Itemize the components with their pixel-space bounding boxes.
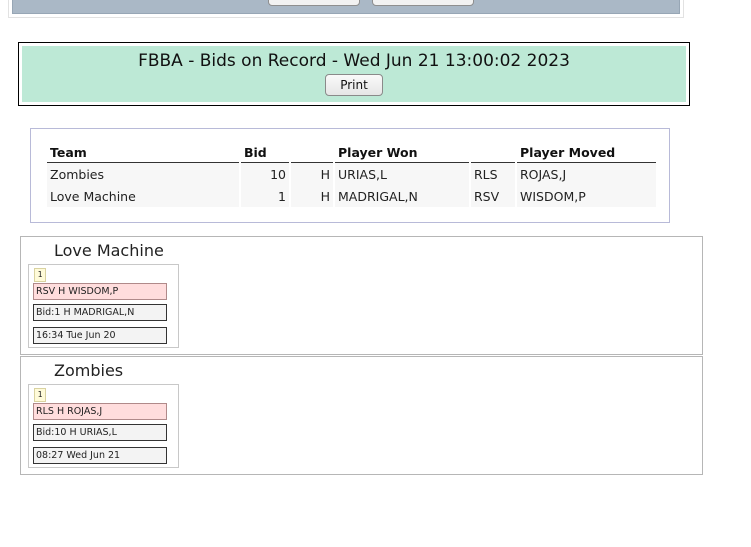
player-moved-line: RSV H WISDOM,P xyxy=(33,283,167,300)
team-section-zombies: Zombies 1 RLS H ROJAS,J Bid:10 H URIAS,L… xyxy=(20,356,703,475)
bid-timestamp: 16:34 Tue Jun 20 xyxy=(33,327,167,344)
bids-table: Team Bid Player Won Player Moved Zombies… xyxy=(45,143,658,207)
cell-bid: 10 xyxy=(270,166,286,182)
bid-count-badge: 1 xyxy=(34,388,46,402)
column-header-team: Team xyxy=(47,143,239,163)
cell-side: H xyxy=(320,188,330,204)
cell-side: H xyxy=(320,166,330,182)
page-title: FBBA - Bids on Record - Wed Jun 21 13:00… xyxy=(138,51,570,71)
column-header-side xyxy=(291,143,333,163)
column-header-move-type xyxy=(471,143,515,163)
column-header-player-won: Player Won xyxy=(335,143,469,163)
cell-move-type: RSV xyxy=(474,188,500,204)
bid-count-badge: 1 xyxy=(34,268,46,282)
print-button[interactable]: Print xyxy=(325,74,383,96)
cell-move-type: RLS xyxy=(474,166,498,182)
cell-player-moved: ROJAS,J xyxy=(520,166,567,182)
bid-line: Bid:1 H MADRIGAL,N xyxy=(33,304,167,321)
player-moved-line: RLS H ROJAS,J xyxy=(33,403,167,420)
report-header-panel: FBBA - Bids on Record - Wed Jun 21 13:00… xyxy=(22,46,686,102)
report-header: FBBA - Bids on Record - Wed Jun 21 13:00… xyxy=(18,42,690,106)
bids-table-header: Team Bid Player Won Player Moved xyxy=(47,143,656,163)
bid-card: 1 RSV H WISDOM,P Bid:1 H MADRIGAL,N 16:3… xyxy=(28,264,179,348)
bid-line: Bid:10 H URIAS,L xyxy=(33,424,167,441)
bids-table-panel: Team Bid Player Won Player Moved Zombies… xyxy=(30,128,670,223)
cell-player-moved: WISDOM,P xyxy=(520,188,586,204)
table-row: Love Machine 1 H MADRIGAL,N RSV WISDOM,P xyxy=(47,185,656,207)
cell-player-won: URIAS,L xyxy=(338,166,387,182)
cell-team: Zombies xyxy=(50,166,104,182)
team-name: Zombies xyxy=(54,361,124,380)
top-toolbar-button-2[interactable] xyxy=(372,0,474,6)
top-toolbar-button-1[interactable] xyxy=(268,0,360,6)
table-row: Zombies 10 H URIAS,L RLS ROJAS,J xyxy=(47,163,656,185)
cell-team: Love Machine xyxy=(50,188,136,204)
column-header-player-moved: Player Moved xyxy=(517,143,656,163)
team-section-love-machine: Love Machine 1 RSV H WISDOM,P Bid:1 H MA… xyxy=(20,236,703,355)
cell-bid: 1 xyxy=(278,188,286,204)
bid-timestamp: 08:27 Wed Jun 21 xyxy=(33,447,167,464)
team-name: Love Machine xyxy=(54,241,164,260)
bid-card: 1 RLS H ROJAS,J Bid:10 H URIAS,L 08:27 W… xyxy=(28,384,179,468)
cell-player-won: MADRIGAL,N xyxy=(338,188,418,204)
column-header-bid: Bid xyxy=(241,143,289,163)
